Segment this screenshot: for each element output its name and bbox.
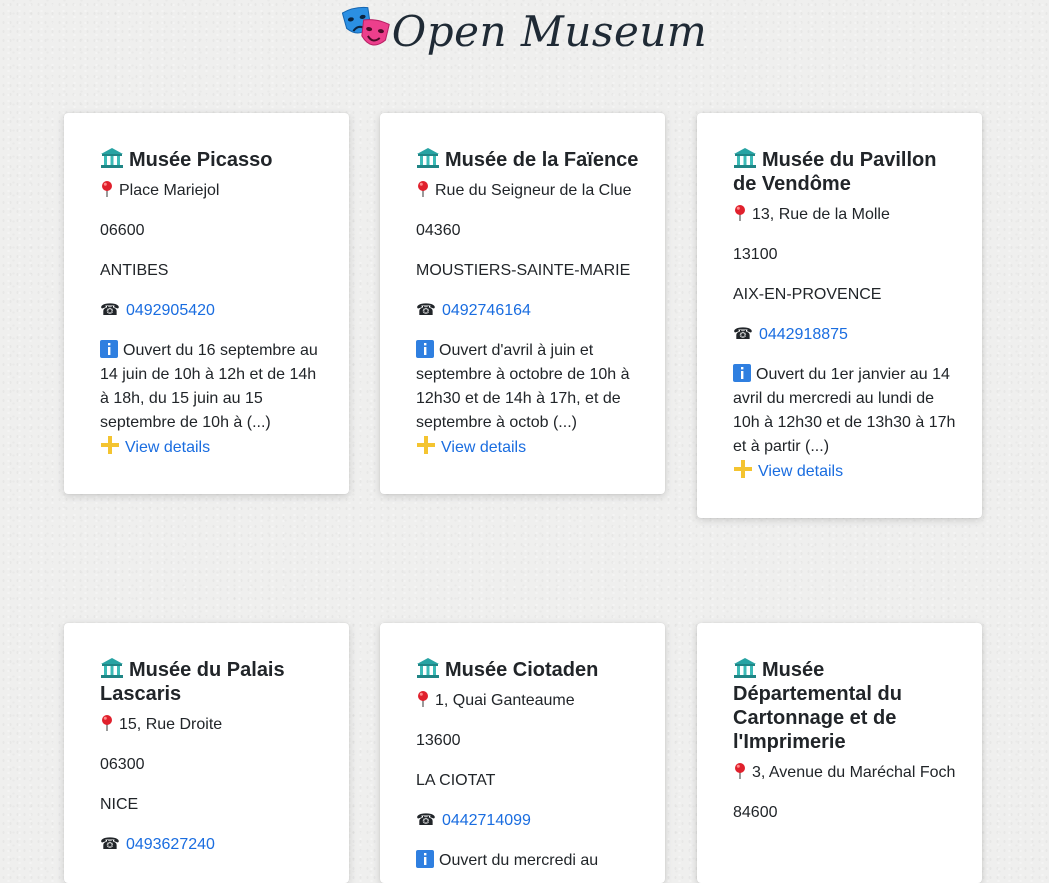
museum-info: Ouvert d'avril à juin et septembre à oct… (416, 339, 639, 460)
museum-address-text: 1, Quai Ganteaume (435, 692, 575, 709)
museum-phone: ☎ 0442714099 (416, 809, 639, 833)
museum-city: LA CIOTAT (416, 772, 496, 789)
classical-building-icon (100, 657, 124, 679)
museum-name: Musée Ciotaden (416, 657, 639, 682)
museum-phone: ☎ 0492905420 (100, 299, 323, 323)
phone-link[interactable]: 0492905420 (126, 302, 215, 319)
telephone-icon: ☎ (100, 836, 120, 853)
museum-card: Musée Départemental du Cartonnage et de … (697, 623, 982, 883)
round-pushpin-icon (733, 204, 747, 222)
museum-card: Musée Picasso Place Mariejol 06600 ANTIB… (64, 113, 349, 494)
museum-address: Place Mariejol (100, 179, 323, 203)
site-title: Open Museum (391, 7, 708, 56)
plus-icon (733, 459, 753, 479)
museum-card: Musée du Palais Lascaris 15, Rue Droite … (64, 623, 349, 883)
museum-address-text: Rue du Seigneur de la Clue (435, 182, 632, 199)
information-icon (733, 364, 751, 382)
plus-icon (100, 435, 120, 455)
museum-address: 3, Avenue du Maréchal Foch (733, 761, 956, 785)
museum-postcode: 06600 (100, 222, 145, 239)
round-pushpin-icon (416, 180, 430, 198)
museum-card: Musée Ciotaden 1, Quai Ganteaume 13600 L… (380, 623, 665, 883)
museum-address: 15, Rue Droite (100, 713, 323, 737)
museum-name-text: Musée Départemental du Cartonnage et de … (733, 659, 902, 753)
museum-name: Musée du Pavillon de Vendôme (733, 147, 956, 196)
classical-building-icon (733, 147, 757, 169)
museum-info-text: Ouvert d'avril à juin et septembre à oct… (416, 342, 630, 431)
museum-address-text: 15, Rue Droite (119, 716, 223, 733)
museum-name: Musée Picasso (100, 147, 323, 172)
phone-link[interactable]: 0442918875 (759, 326, 848, 343)
museum-address-text: 13, Rue de la Molle (752, 206, 890, 223)
classical-building-icon (733, 657, 757, 679)
telephone-icon: ☎ (100, 302, 120, 319)
museum-address-text: 3, Avenue du Maréchal Foch (752, 764, 956, 781)
view-details-link[interactable]: View details (441, 439, 526, 456)
museum-name-text: Musée du Pavillon de Vendôme (733, 149, 937, 195)
museum-postcode: 06300 (100, 756, 145, 773)
round-pushpin-icon (100, 180, 114, 198)
museum-info: Ouvert du mercredi au (416, 849, 639, 873)
museum-city: NICE (100, 796, 139, 813)
museum-address: Rue du Seigneur de la Clue (416, 179, 639, 203)
round-pushpin-icon (100, 714, 114, 732)
information-icon (416, 340, 434, 358)
museum-postcode: 84600 (733, 804, 778, 821)
classical-building-icon (416, 657, 440, 679)
theater-masks-icon (341, 4, 390, 56)
museum-name: Musée du Palais Lascaris (100, 657, 323, 706)
classical-building-icon (100, 147, 124, 169)
museum-name-text: Musée Ciotaden (445, 659, 599, 681)
museum-card: Musée de la Faïence Rue du Seigneur de l… (380, 113, 665, 494)
museum-postcode: 04360 (416, 222, 461, 239)
museum-card: Musée du Pavillon de Vendôme 13, Rue de … (697, 113, 982, 518)
phone-link[interactable]: 0442714099 (442, 812, 531, 829)
museum-address: 1, Quai Ganteaume (416, 689, 639, 713)
information-icon (100, 340, 118, 358)
museum-postcode: 13100 (733, 246, 778, 263)
phone-link[interactable]: 0493627240 (126, 836, 215, 853)
museum-phone: ☎ 0492746164 (416, 299, 639, 323)
museum-address-text: Place Mariejol (119, 182, 220, 199)
museum-name-text: Musée Picasso (129, 149, 273, 171)
information-icon (416, 850, 434, 868)
museum-phone: ☎ 0442918875 (733, 323, 956, 347)
museum-info-text: Ouvert du 1er janvier au 14 avril du mer… (733, 366, 956, 455)
phone-link[interactable]: 0492746164 (442, 302, 531, 319)
museum-city: ANTIBES (100, 262, 169, 279)
museum-phone: ☎ 0493627240 (100, 833, 323, 857)
museum-city: AIX-EN-PROVENCE (733, 286, 882, 303)
view-details-link[interactable]: View details (125, 439, 210, 456)
museum-name-text: Musée de la Faïence (445, 149, 639, 171)
site-header: Open Museum (0, 0, 1049, 64)
telephone-icon: ☎ (416, 302, 436, 319)
museum-name: Musée de la Faïence (416, 147, 639, 172)
round-pushpin-icon (416, 690, 430, 708)
museum-info: Ouvert du 1er janvier au 14 avril du mer… (733, 363, 956, 484)
museum-name-text: Musée du Palais Lascaris (100, 659, 285, 705)
plus-icon (416, 435, 436, 455)
classical-building-icon (416, 147, 440, 169)
museum-city: MOUSTIERS-SAINTE-MARIE (416, 262, 631, 279)
museum-info-text: Ouvert du 16 septembre au 14 juin de 10h… (100, 342, 318, 431)
museum-address: 13, Rue de la Molle (733, 203, 956, 227)
museum-postcode: 13600 (416, 732, 461, 749)
museum-info: Ouvert du 16 septembre au 14 juin de 10h… (100, 339, 323, 460)
museum-name: Musée Départemental du Cartonnage et de … (733, 657, 956, 754)
view-details-link[interactable]: View details (758, 463, 843, 480)
telephone-icon: ☎ (416, 812, 436, 829)
telephone-icon: ☎ (733, 326, 753, 343)
museum-info-text: Ouvert du mercredi au (439, 852, 599, 869)
round-pushpin-icon (733, 762, 747, 780)
